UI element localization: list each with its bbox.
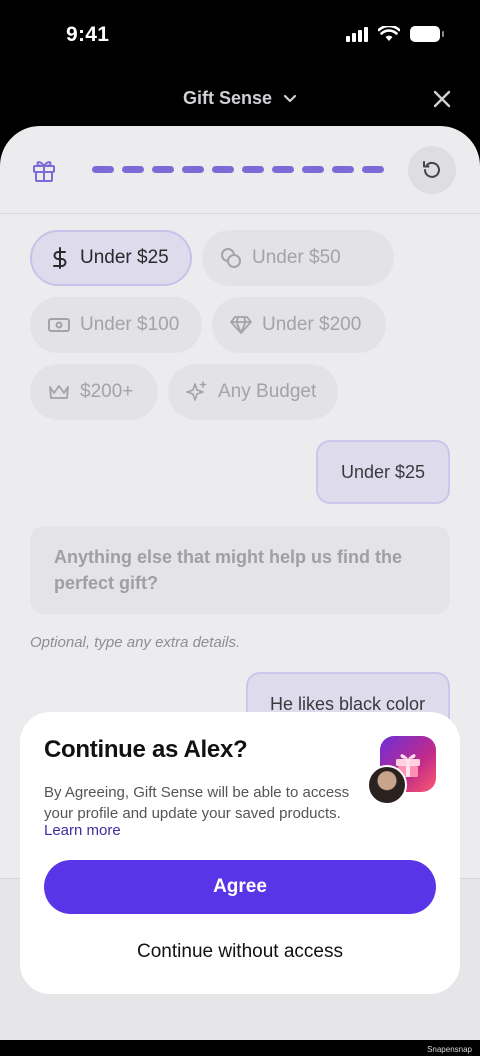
- status-icons: [346, 26, 444, 42]
- progress-segment: [362, 166, 384, 173]
- progress-segment: [272, 166, 294, 173]
- budget-option-label: Under $50: [252, 247, 341, 268]
- crown-icon: [49, 385, 69, 399]
- progress-indicator: [92, 166, 384, 173]
- budget-option-under-100[interactable]: Under $100: [30, 297, 202, 353]
- progress-segment: [242, 166, 264, 173]
- dialog-body: By Agreeing, Gift Sense will be able to …: [44, 784, 350, 822]
- budget-option-under-50[interactable]: Under $50: [202, 230, 394, 286]
- progress-segment: [122, 166, 144, 173]
- watermark: Snapensnap: [427, 1045, 472, 1054]
- budget-option-under-25[interactable]: Under $25: [30, 230, 192, 286]
- budget-option-label: Any Budget: [218, 381, 317, 402]
- close-icon[interactable]: [430, 87, 454, 111]
- assistant-message: Anything else that might help us find th…: [30, 526, 450, 614]
- diamond-icon: [230, 316, 252, 334]
- restart-icon: [423, 161, 440, 178]
- optional-hint: Optional, type any extra details.: [30, 634, 241, 651]
- progress-segment: [332, 166, 354, 173]
- budget-option-any[interactable]: Any Budget: [168, 364, 338, 420]
- banknote-icon: [48, 318, 70, 332]
- progress-segment: [152, 166, 174, 173]
- progress-segment: [182, 166, 204, 173]
- user-message: Under $25: [316, 440, 450, 504]
- learn-more-link[interactable]: Learn more: [44, 822, 121, 839]
- continue-without-access-button[interactable]: Continue without access: [44, 932, 436, 972]
- budget-option-label: Under $100: [80, 314, 180, 335]
- budget-option-200-plus[interactable]: $200+: [30, 364, 158, 420]
- coins-icon: [221, 248, 241, 268]
- budget-option-under-200[interactable]: Under $200: [212, 297, 386, 353]
- budget-option-label: Under $25: [80, 247, 169, 268]
- wifi-icon: [378, 26, 400, 41]
- status-bar: 9:41: [0, 0, 480, 72]
- progress-segment: [302, 166, 324, 173]
- battery-icon: [410, 26, 444, 42]
- chevron-down-icon: [283, 95, 297, 103]
- budget-option-label: Under $200: [262, 314, 362, 335]
- dialog-title: Continue as Alex?: [44, 736, 248, 763]
- agree-button[interactable]: Agree: [44, 860, 436, 914]
- app-title: Gift Sense: [182, 88, 272, 108]
- restart-button[interactable]: [408, 146, 456, 194]
- avatar: [367, 765, 407, 805]
- gift-icon: [33, 161, 55, 182]
- app-header: Gift Sense: [0, 78, 480, 122]
- progress-segment: [212, 166, 234, 173]
- dollar-icon: [53, 247, 67, 269]
- app-title-menu[interactable]: Gift Sense: [0, 88, 480, 109]
- sheet-toolbar: [0, 126, 480, 214]
- signal-icon: [346, 26, 368, 42]
- status-time: 9:41: [66, 23, 110, 46]
- consent-dialog: Continue as Alex? By Agreeing, Gift Sens…: [20, 712, 460, 994]
- progress-segment: [92, 166, 114, 173]
- budget-option-label: $200+: [80, 381, 134, 402]
- sparkles-icon: [186, 381, 207, 401]
